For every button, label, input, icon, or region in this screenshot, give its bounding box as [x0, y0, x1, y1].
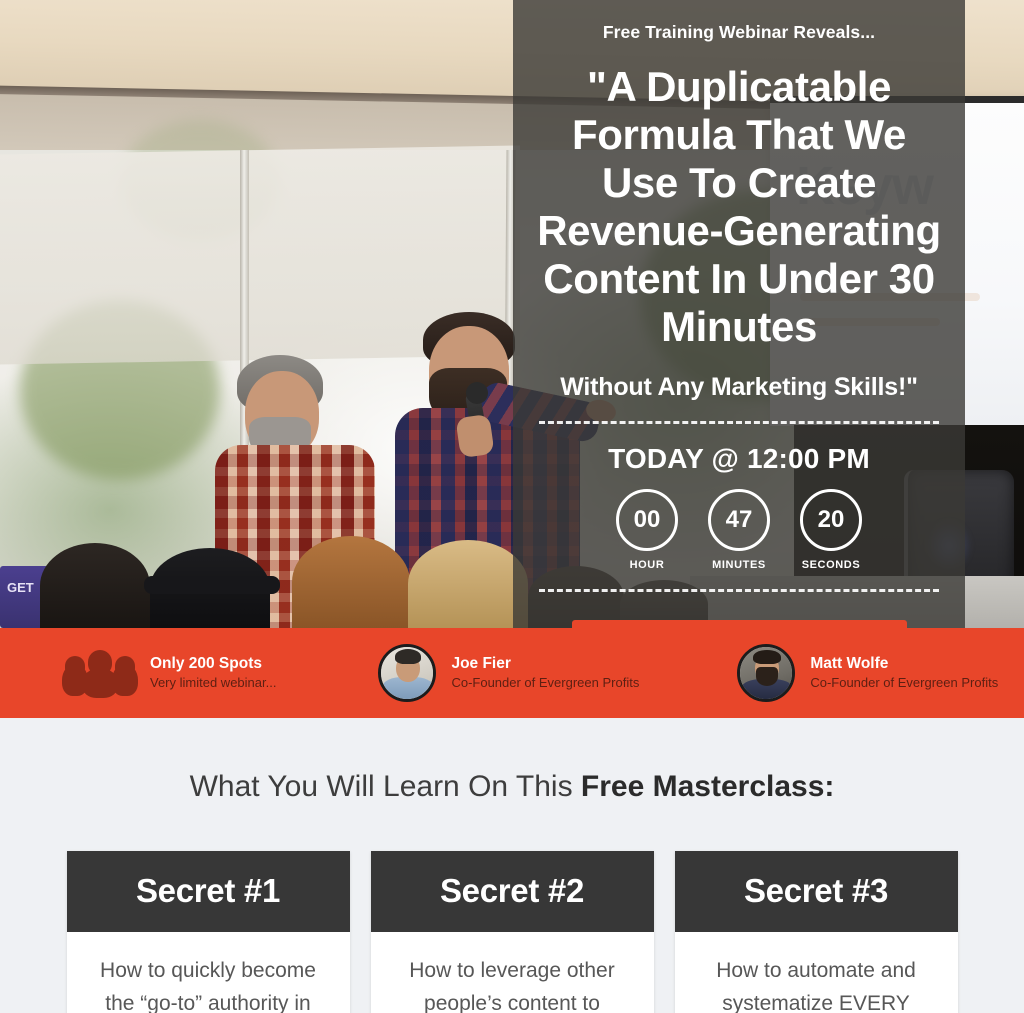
countdown-unit-hour: 00 HOUR	[613, 489, 681, 571]
hero-eyebrow: Free Training Webinar Reveals...	[602, 22, 876, 42]
host-joe-text: Joe Fier Co-Founder of Evergreen Profits	[451, 654, 639, 692]
spots-title: Only 200 Spots	[150, 654, 262, 672]
secret-card-2: Secret #2 How to leverage other people’s…	[370, 851, 654, 1013]
audience-head	[40, 543, 150, 628]
host-matt-wolfe: Matt Wolfe Co-Founder of Evergreen Profi…	[737, 644, 998, 702]
hero-headline: "A Duplicatable Formula That We Use To C…	[537, 63, 941, 350]
secret-card-3-body: How to automate and systematize EVERY as…	[716, 959, 916, 1013]
hero-copy-overlay: Free Training Webinar Reveals... "A Dupl…	[513, 0, 965, 628]
divider-top	[539, 421, 939, 424]
avatar-joe-fier	[378, 644, 437, 702]
secret-card-1: Secret #1 How to quickly become the “go-…	[66, 851, 350, 1013]
countdown-value-minutes: 47	[708, 489, 770, 551]
people-group-icon	[62, 650, 138, 698]
presenter-bar: Only 200 Spots Very limited webinar... J…	[0, 628, 1024, 718]
spots-text: Only 200 Spots Very limited webinar...	[150, 654, 276, 692]
spots-block: Only 200 Spots Very limited webinar...	[62, 650, 276, 698]
host-name: Matt Wolfe	[810, 654, 889, 672]
hero-subheadline: Without Any Marketing Skills!"	[560, 373, 918, 401]
secret-card-1-heading: Secret #1	[66, 851, 350, 932]
secret-card-3: Secret #3 How to automate and systematiz…	[674, 851, 958, 1013]
countdown-unit-seconds: 20 SECONDS	[797, 489, 865, 571]
audience-head	[292, 536, 410, 628]
webinar-datetime: TODAY @ 12:00 PM	[608, 443, 870, 474]
spots-subtitle: Very limited webinar...	[150, 675, 277, 691]
learn-heading-regular: What You Will Learn On This	[189, 770, 581, 803]
host-name: Joe Fier	[451, 654, 511, 672]
secret-card-1-body: How to quickly become the “go-to” author…	[100, 959, 316, 1013]
countdown-value-seconds: 20	[800, 489, 862, 551]
countdown-label-hour: HOUR	[629, 559, 665, 571]
register-button[interactable]: ➜ REGISTER MY SEAT NOW! Very Limited Sea…	[571, 620, 907, 628]
hero-section: Keyw Free T	[0, 0, 1024, 628]
secret-card-3-heading: Secret #3	[674, 851, 958, 932]
microphone-head	[466, 382, 488, 404]
countdown-timer: 00 HOUR 47 MINUTES 20 SECONDS	[531, 489, 947, 571]
avatar-matt-wolfe	[737, 644, 796, 702]
audience-head	[408, 540, 528, 628]
countdown-label-minutes: MINUTES	[712, 559, 766, 571]
host-joe-fier: Joe Fier Co-Founder of Evergreen Profits	[378, 644, 639, 702]
secret-card-2-body: How to leverage other people’s content t…	[409, 959, 615, 1013]
host-matt-text: Matt Wolfe Co-Founder of Evergreen Profi…	[810, 654, 998, 692]
secret-card-2-heading: Secret #2	[370, 851, 654, 932]
host-role: Co-Founder of Evergreen Profits	[810, 675, 999, 691]
learn-section: What You Will Learn On This Free Masterc…	[0, 718, 1024, 1013]
secret-cards: Secret #1 How to quickly become the “go-…	[0, 851, 1024, 1013]
host-role: Co-Founder of Evergreen Profits	[451, 675, 640, 691]
countdown-label-seconds: SECONDS	[801, 559, 861, 571]
audience-head-with-cap	[144, 548, 280, 628]
presenter-mic-hand	[455, 413, 495, 459]
countdown-unit-minutes: 47 MINUTES	[705, 489, 773, 571]
divider-bottom	[539, 589, 939, 592]
learn-heading: What You Will Learn On This Free Masterc…	[0, 770, 1024, 804]
countdown-value-hour: 00	[616, 489, 678, 551]
learn-heading-bold: Free Masterclass:	[580, 770, 835, 803]
